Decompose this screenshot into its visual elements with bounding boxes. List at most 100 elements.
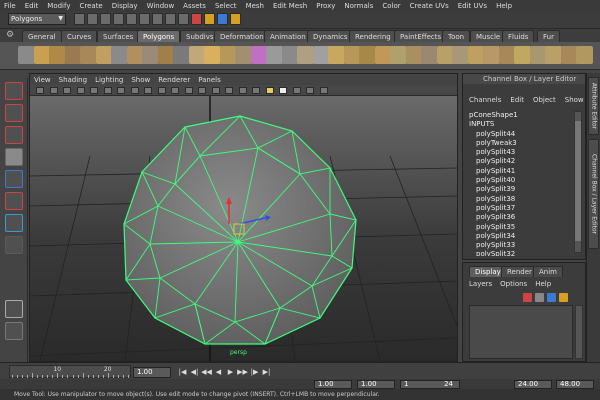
- last-tool-icon[interactable]: [5, 322, 23, 340]
- tab-deformation[interactable]: Deformation: [214, 30, 270, 42]
- panel-menu-view[interactable]: View: [34, 76, 51, 84]
- channel-box-input-item[interactable]: polySplit42: [469, 157, 569, 166]
- insert-loop-icon[interactable]: [390, 46, 407, 64]
- tab-toon[interactable]: Toon: [442, 30, 471, 42]
- channel-box-input-item[interactable]: polySplit40: [469, 176, 569, 185]
- mirror-icon[interactable]: [297, 46, 314, 64]
- step-forward-frame-icon[interactable]: ▶▶: [237, 367, 248, 378]
- planar-map-icon[interactable]: [529, 46, 547, 64]
- tab-polygons[interactable]: Polygons: [137, 30, 181, 42]
- poly-pipe-icon[interactable]: [142, 46, 159, 64]
- average-icon[interactable]: [281, 46, 299, 64]
- move-down-icon[interactable]: [559, 293, 568, 302]
- layer-menu-options[interactable]: Options: [500, 280, 527, 288]
- select-by-hierarchy-icon[interactable]: [113, 13, 124, 25]
- new-scene-icon[interactable]: [74, 13, 85, 25]
- bevel-icon[interactable]: [359, 46, 376, 64]
- range-end-field[interactable]: 24.00: [514, 380, 552, 389]
- field-chart-icon[interactable]: [144, 87, 152, 94]
- xray-icon[interactable]: [265, 87, 274, 94]
- poly-cylinder-icon[interactable]: [49, 46, 66, 64]
- soft-mod-tool-icon[interactable]: [5, 236, 23, 254]
- poly-torus-icon[interactable]: [95, 46, 113, 64]
- shadows-icon[interactable]: [252, 87, 260, 94]
- menu-display[interactable]: Display: [112, 2, 138, 10]
- select-tool-icon[interactable]: [5, 82, 23, 100]
- universal-manipulator-icon[interactable]: [5, 214, 23, 232]
- poly-cube-icon[interactable]: [33, 46, 51, 64]
- poly-plane-icon[interactable]: [80, 46, 97, 64]
- menu-edit[interactable]: Edit: [25, 2, 39, 10]
- current-frame-field[interactable]: 1.00: [133, 367, 171, 378]
- channel-box-input-item[interactable]: polySplit35: [469, 223, 569, 232]
- resolution-gate-icon[interactable]: [117, 87, 125, 94]
- camera-attributes-icon[interactable]: [49, 87, 58, 94]
- tab-anim[interactable]: Anim: [533, 266, 563, 277]
- tab-general[interactable]: General: [22, 30, 62, 42]
- menu-edit-mesh[interactable]: Edit Mesh: [273, 2, 307, 10]
- duplicate-face-icon[interactable]: [452, 46, 469, 64]
- step-back-key-icon[interactable]: ◀|: [189, 367, 200, 378]
- tab-fur[interactable]: Fur: [537, 30, 560, 42]
- shade-options-icon[interactable]: [211, 87, 220, 94]
- separate-icon[interactable]: [219, 46, 237, 64]
- channel-box-input-item[interactable]: polySplit32: [469, 250, 569, 256]
- ambient-occlusion-icon[interactable]: [319, 87, 328, 94]
- menu-mesh[interactable]: Mesh: [246, 2, 264, 10]
- channel-box-menu-object[interactable]: Object: [533, 96, 556, 107]
- collapse-icon[interactable]: [483, 46, 500, 64]
- layer-menu-help[interactable]: Help: [535, 280, 551, 288]
- select-camera-icon[interactable]: [36, 87, 44, 94]
- uv-editor-icon[interactable]: [514, 46, 531, 64]
- poke-icon[interactable]: [436, 46, 454, 64]
- new-layer-from-selected-icon[interactable]: [535, 293, 544, 302]
- panel-menu-lighting[interactable]: Lighting: [95, 76, 123, 84]
- extract-icon[interactable]: [235, 46, 252, 64]
- history-icon[interactable]: [191, 13, 202, 25]
- layer-menu-layers[interactable]: Layers: [469, 280, 492, 288]
- menu-modify[interactable]: Modify: [47, 2, 70, 10]
- tab-muscle[interactable]: Muscle: [470, 30, 507, 42]
- new-layer-icon[interactable]: [523, 293, 532, 302]
- menu-edit-uvs[interactable]: Edit UVs: [458, 2, 487, 10]
- go-to-start-icon[interactable]: |◀: [177, 367, 188, 378]
- channel-box-scrollbar[interactable]: [574, 111, 582, 253]
- poly-platonic-icon[interactable]: [188, 46, 206, 64]
- panel-menu-show[interactable]: Show: [131, 76, 150, 84]
- paint-select-tool-icon[interactable]: [5, 126, 23, 144]
- poly-soccer-ball-icon[interactable]: [173, 46, 190, 64]
- step-back-frame-icon[interactable]: ◀◀: [201, 367, 212, 378]
- show-manipulator-icon[interactable]: [5, 300, 23, 318]
- bookmarks-icon[interactable]: [63, 87, 71, 94]
- textured-icon[interactable]: [225, 87, 233, 94]
- menu-assets[interactable]: Assets: [183, 2, 206, 10]
- channel-box-input-item[interactable]: polySplit43: [469, 148, 569, 157]
- tab-surfaces[interactable]: Surfaces: [97, 30, 140, 42]
- tab-painteffects[interactable]: PaintEffects: [394, 30, 448, 42]
- channel-box-input-item[interactable]: polyTweak3: [469, 139, 569, 148]
- channel-box-menu-show[interactable]: Show: [565, 96, 584, 107]
- panel-menu-panels[interactable]: Panels: [198, 76, 221, 84]
- channel-box-input-item[interactable]: polySplit38: [469, 195, 569, 204]
- select-by-component-icon[interactable]: [139, 13, 150, 25]
- scale-tool-icon[interactable]: [5, 192, 23, 210]
- delete-edge-icon[interactable]: [498, 46, 516, 64]
- poly-prism-icon[interactable]: [111, 46, 128, 64]
- bridge-icon[interactable]: [343, 46, 361, 64]
- gate-mask-icon[interactable]: [130, 87, 139, 94]
- channel-box-input-item[interactable]: polySplit33: [469, 241, 569, 250]
- tab-fluids[interactable]: Fluids: [502, 30, 535, 42]
- poly-helix-icon[interactable]: [157, 46, 175, 64]
- sculpt-icon[interactable]: [312, 46, 330, 64]
- play-forwards-icon[interactable]: ▶: [225, 367, 236, 378]
- go-to-end-icon[interactable]: ▶|: [261, 367, 272, 378]
- open-scene-icon[interactable]: [87, 13, 98, 25]
- safe-title-icon[interactable]: [171, 87, 179, 94]
- menu-select[interactable]: Select: [215, 2, 237, 10]
- tab-curves[interactable]: Curves: [61, 30, 98, 42]
- range-slider[interactable]: 1 24: [400, 380, 460, 389]
- tab-rendering[interactable]: Rendering: [349, 30, 397, 42]
- snap-to-curve-icon[interactable]: [165, 13, 176, 25]
- combine-icon[interactable]: [204, 46, 221, 64]
- playback-end-field[interactable]: 48.00: [556, 380, 594, 389]
